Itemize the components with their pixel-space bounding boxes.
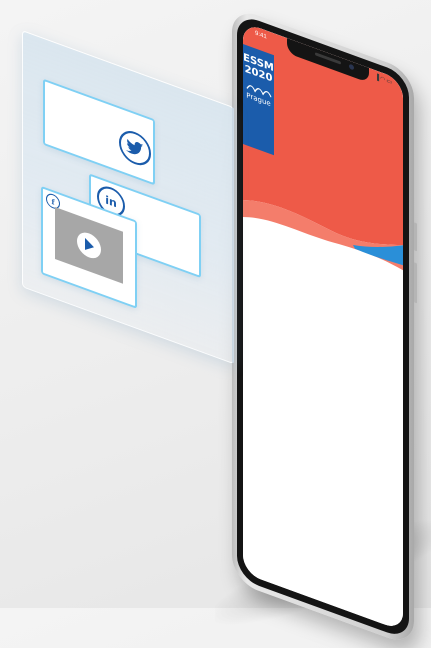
phone-screen: 9:41 ▐◠▭ ESSM 2020 Prague	[243, 22, 403, 632]
page: { "phone": { "status_time": "9:41", "sta…	[0, 0, 431, 648]
phone-side-button	[414, 222, 417, 252]
phone-side-button	[414, 262, 417, 304]
twitter-bubble[interactable]	[43, 78, 155, 186]
video-thumbnail[interactable]	[55, 207, 123, 284]
social-glass-panel: in f	[22, 30, 234, 365]
facebook-label: f	[51, 196, 55, 207]
speaker	[315, 52, 341, 65]
scene: 9:41 ▐◠▭ ESSM 2020 Prague in f	[0, 0, 431, 648]
essm-logo: ESSM 2020 Prague	[243, 44, 274, 156]
play-icon[interactable]	[77, 229, 101, 262]
linkedin-label: in	[105, 192, 117, 211]
phone-bezel: 9:41 ▐◠▭ ESSM 2020 Prague	[237, 12, 409, 641]
front-camera	[349, 63, 354, 71]
twitter-icon	[119, 126, 151, 170]
glass-edge	[232, 107, 234, 364]
smartphone: 9:41 ▐◠▭ ESSM 2020 Prague	[232, 6, 417, 648]
